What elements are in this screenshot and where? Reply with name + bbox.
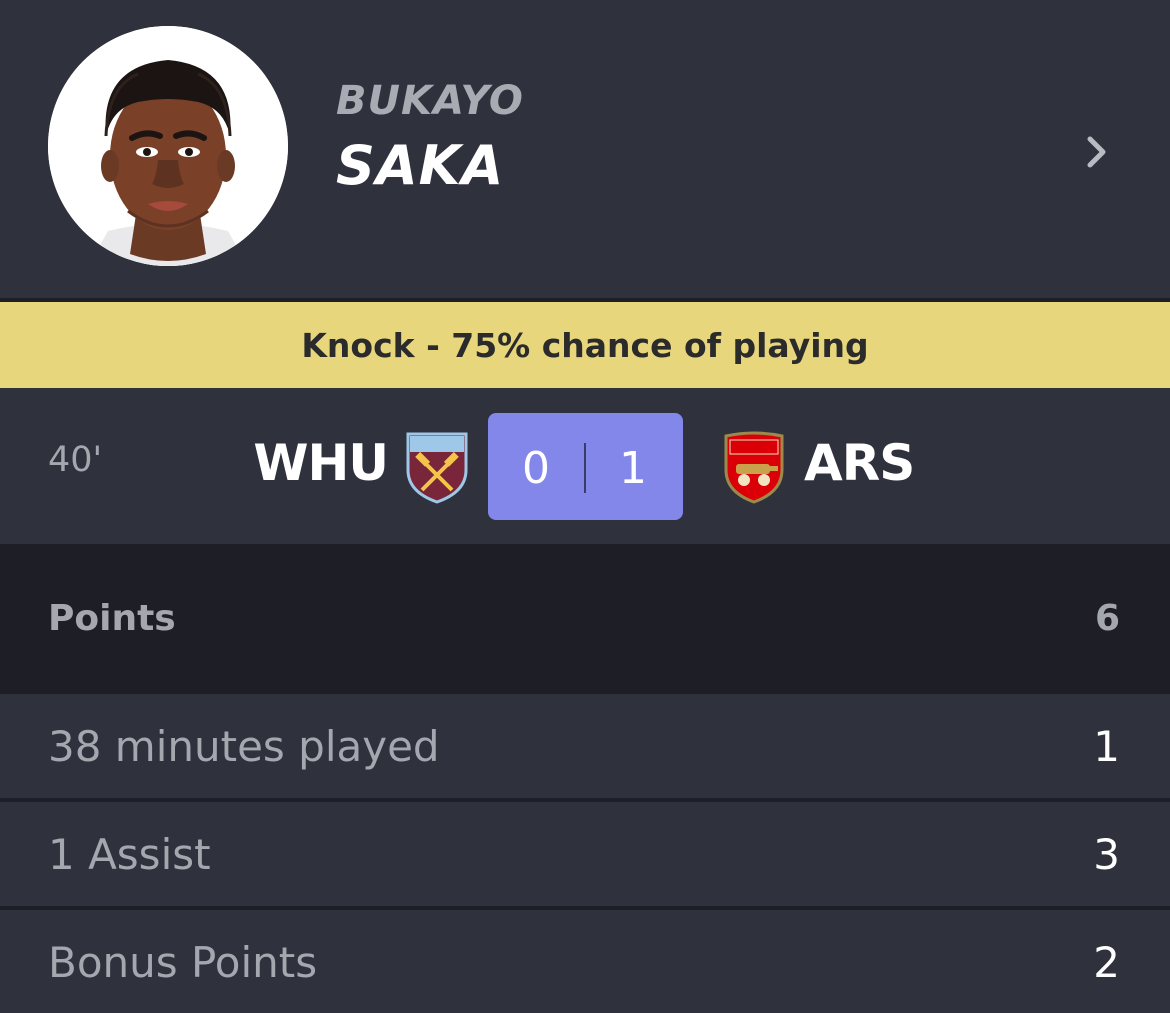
points-row-value: 2	[1093, 938, 1120, 987]
match-minute: 40'	[48, 440, 103, 480]
match-row[interactable]: 40' WHU 0 1 ARS	[0, 388, 1170, 544]
chevron-right-icon[interactable]	[1080, 133, 1114, 171]
points-summary: Points 6	[0, 544, 1170, 694]
points-row: 1 Assist 3	[0, 802, 1170, 906]
points-row-label: 1 Assist	[48, 830, 211, 879]
points-row-label: 38 minutes played	[48, 722, 440, 771]
availability-text: Knock - 75% chance of playing	[301, 325, 869, 365]
home-team-code: WHU	[253, 434, 389, 492]
score-separator	[584, 443, 586, 493]
points-row-value: 1	[1093, 722, 1120, 771]
points-total: 6	[1094, 598, 1120, 639]
home-score: 0	[522, 443, 550, 494]
player-header[interactable]: BUKAYO SAKA	[0, 0, 1170, 298]
points-row-value: 3	[1093, 830, 1120, 879]
away-score: 1	[619, 443, 647, 494]
player-portrait-icon	[48, 26, 288, 266]
away-team-code: ARS	[804, 434, 915, 492]
player-avatar	[48, 26, 288, 266]
scoreline[interactable]: 0 1	[488, 413, 683, 520]
points-row-label: Bonus Points	[48, 938, 318, 987]
west-ham-crest-icon	[404, 430, 470, 504]
points-row: Bonus Points 2	[0, 910, 1170, 1013]
availability-banner: Knock - 75% chance of playing	[0, 302, 1170, 388]
points-row: 38 minutes played 1	[0, 694, 1170, 798]
points-label: Points	[48, 598, 176, 639]
player-last-name: SAKA	[336, 134, 505, 197]
player-first-name: BUKAYO	[336, 78, 524, 124]
arsenal-crest-icon	[722, 430, 786, 504]
player-match-card: BUKAYO SAKA Knock - 75% chance of playin…	[0, 0, 1170, 1013]
